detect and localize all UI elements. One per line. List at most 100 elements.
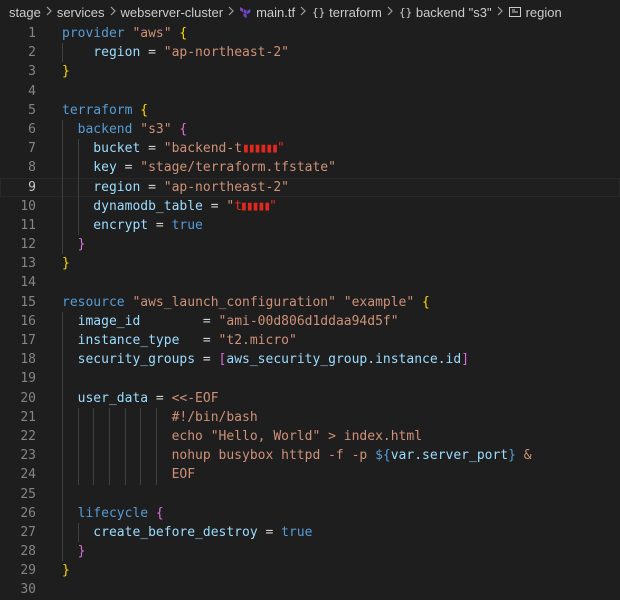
breadcrumb-label: main.tf xyxy=(256,4,296,20)
code-token: "ami-00d806d1ddaa94d5f" xyxy=(218,313,399,329)
code-text: encrypt = true xyxy=(62,216,203,235)
code-line[interactable]: 20 user_data = <<-EOF xyxy=(0,388,620,408)
indent-guide xyxy=(62,484,63,504)
code-token: "stage/terraform.tfstate" xyxy=(140,160,336,176)
breadcrumb-label: backend "s3" xyxy=(415,4,492,20)
breadcrumb-item[interactable]: {} terraform xyxy=(311,5,382,20)
code-line[interactable]: 18 security_groups = [aws_security_group… xyxy=(0,350,620,370)
code-token: provider xyxy=(62,26,133,41)
code-line[interactable]: 23 nohup busybox httpd -f -p ${var.serve… xyxy=(0,446,620,466)
code-text: bucket = "backend-t▮▮▮▮▮▮" xyxy=(62,139,285,158)
code-token: = xyxy=(265,524,282,540)
code-token: { xyxy=(179,121,188,137)
code-line[interactable]: 16 image_id = "ami-00d806d1ddaa94d5f" xyxy=(0,311,620,331)
code-token: = xyxy=(202,352,219,368)
code-text: } xyxy=(62,62,70,81)
code-token: instance_type xyxy=(62,333,203,348)
code-text: provider "aws" { xyxy=(62,24,187,43)
breadcrumb-item[interactable]: webserver-cluster xyxy=(121,5,224,20)
code-line[interactable]: 17 instance_type = "t2.micro" xyxy=(0,331,620,351)
code-line[interactable]: 7 bucket = "backend-t▮▮▮▮▮▮" xyxy=(0,139,620,159)
breadcrumb-item[interactable]: region xyxy=(508,5,562,20)
code-token: = xyxy=(202,333,219,348)
code-line[interactable]: 13} xyxy=(0,254,620,273)
code-line[interactable]: 30 xyxy=(0,580,620,599)
breadcrumb-item[interactable]: stage xyxy=(9,5,41,20)
breadcrumb-item[interactable]: {} backend "s3" xyxy=(398,5,492,20)
code-token: EOF xyxy=(62,467,196,483)
line-number: 10 xyxy=(20,198,36,214)
code-token: aws_security_group.instance.id xyxy=(226,352,462,368)
code-line[interactable]: 26 lifecycle { xyxy=(0,503,620,523)
code-line[interactable]: 29} xyxy=(0,561,620,580)
code-text: image_id = "ami-00d806d1ddaa94d5f" xyxy=(62,312,399,331)
line-number: 8 xyxy=(28,160,36,176)
code-token: { xyxy=(155,505,164,521)
line-number: 22 xyxy=(20,428,36,444)
code-line[interactable]: 21 #!/bin/bash xyxy=(0,407,620,427)
code-text: backend "s3" { xyxy=(62,120,188,139)
code-line[interactable]: 2 region = "ap-northeast-2" xyxy=(0,43,620,63)
code-line[interactable]: 4 xyxy=(0,82,620,101)
code-line[interactable]: 10 dynamodb_table = "t▮▮▮▮▮" xyxy=(0,196,620,216)
code-line[interactable]: 22 echo "Hello, World" > index.html xyxy=(0,426,620,447)
code-token: } xyxy=(62,563,70,579)
line-number: 21 xyxy=(20,409,36,425)
code-line[interactable]: 1 provider "aws" { xyxy=(0,24,620,43)
line-number: 7 xyxy=(28,141,36,157)
code-token: & xyxy=(515,448,532,464)
code-line[interactable]: 15 resource "aws_launch_configuration" "e… xyxy=(0,293,620,312)
line-number: 27 xyxy=(20,524,36,540)
breadcrumb-label: webserver-cluster xyxy=(120,4,224,20)
code-line[interactable]: 6 backend "s3" { xyxy=(0,119,620,140)
code-token: var.server_port xyxy=(390,448,509,464)
chevron-right-icon xyxy=(45,5,53,19)
code-line[interactable]: 8 key = "stage/terraform.tfstate" xyxy=(0,158,620,178)
code-token: { xyxy=(179,26,188,41)
code-line[interactable]: 9 region = "ap-northeast-2" xyxy=(0,177,620,197)
line-number: 11 xyxy=(20,217,36,233)
breadcrumb-label: services xyxy=(56,4,105,20)
breadcrumb-label: region xyxy=(525,4,562,20)
redacted-text: t▮▮▮▮▮" xyxy=(234,198,277,214)
code-text: terraform { xyxy=(62,101,148,120)
line-number: 29 xyxy=(20,563,36,579)
line-number: 20 xyxy=(20,390,36,406)
line-number: 25 xyxy=(20,486,36,502)
code-line[interactable]: 25 xyxy=(0,484,620,504)
code-token: #!/bin/bash xyxy=(62,409,258,425)
svg-text:{}: {} xyxy=(399,6,412,19)
code-token: key xyxy=(62,160,125,176)
code-line[interactable]: 24 EOF xyxy=(0,465,620,485)
code-editor[interactable]: 1 provider "aws" {2 region = "ap-northeas… xyxy=(0,24,620,600)
braces-icon: {} xyxy=(311,5,325,19)
code-token: "aws_launch_configuration" "example" xyxy=(132,294,415,310)
code-token: nohup busybox httpd -f -p xyxy=(62,448,376,464)
line-number: 15 xyxy=(20,294,36,310)
code-token: = xyxy=(148,45,164,61)
breadcrumb-item[interactable]: main.tf xyxy=(239,5,295,20)
code-line[interactable]: 11 encrypt = true xyxy=(0,215,620,236)
code-text: } xyxy=(62,561,70,580)
code-token: lifecycle xyxy=(62,505,156,521)
breadcrumb-label: stage xyxy=(9,4,41,20)
code-token: } xyxy=(62,64,70,80)
line-number: 13 xyxy=(20,256,36,272)
code-text: } xyxy=(62,235,86,254)
code-line[interactable]: 14 xyxy=(0,273,620,292)
code-line[interactable]: 27 create_before_destroy = true xyxy=(0,522,620,543)
code-line[interactable]: 3} xyxy=(0,62,620,81)
line-number: 5 xyxy=(28,102,36,118)
breadcrumb-item[interactable]: services xyxy=(57,5,105,20)
redacted-text: ▮▮▮▮▮▮" xyxy=(242,141,285,157)
code-token: "aws" xyxy=(132,26,172,41)
code-token: create_before_destroy xyxy=(62,524,266,540)
code-token: { xyxy=(140,102,149,118)
code-token: security_groups xyxy=(62,352,203,368)
code-line[interactable]: 5 terraform { xyxy=(0,101,620,120)
code-token: true xyxy=(281,524,313,540)
code-line[interactable]: 19 xyxy=(0,369,620,389)
breadcrumb-label: terraform xyxy=(329,4,382,20)
code-line[interactable]: 28 } xyxy=(0,542,620,562)
code-line[interactable]: 12 } xyxy=(0,235,620,255)
